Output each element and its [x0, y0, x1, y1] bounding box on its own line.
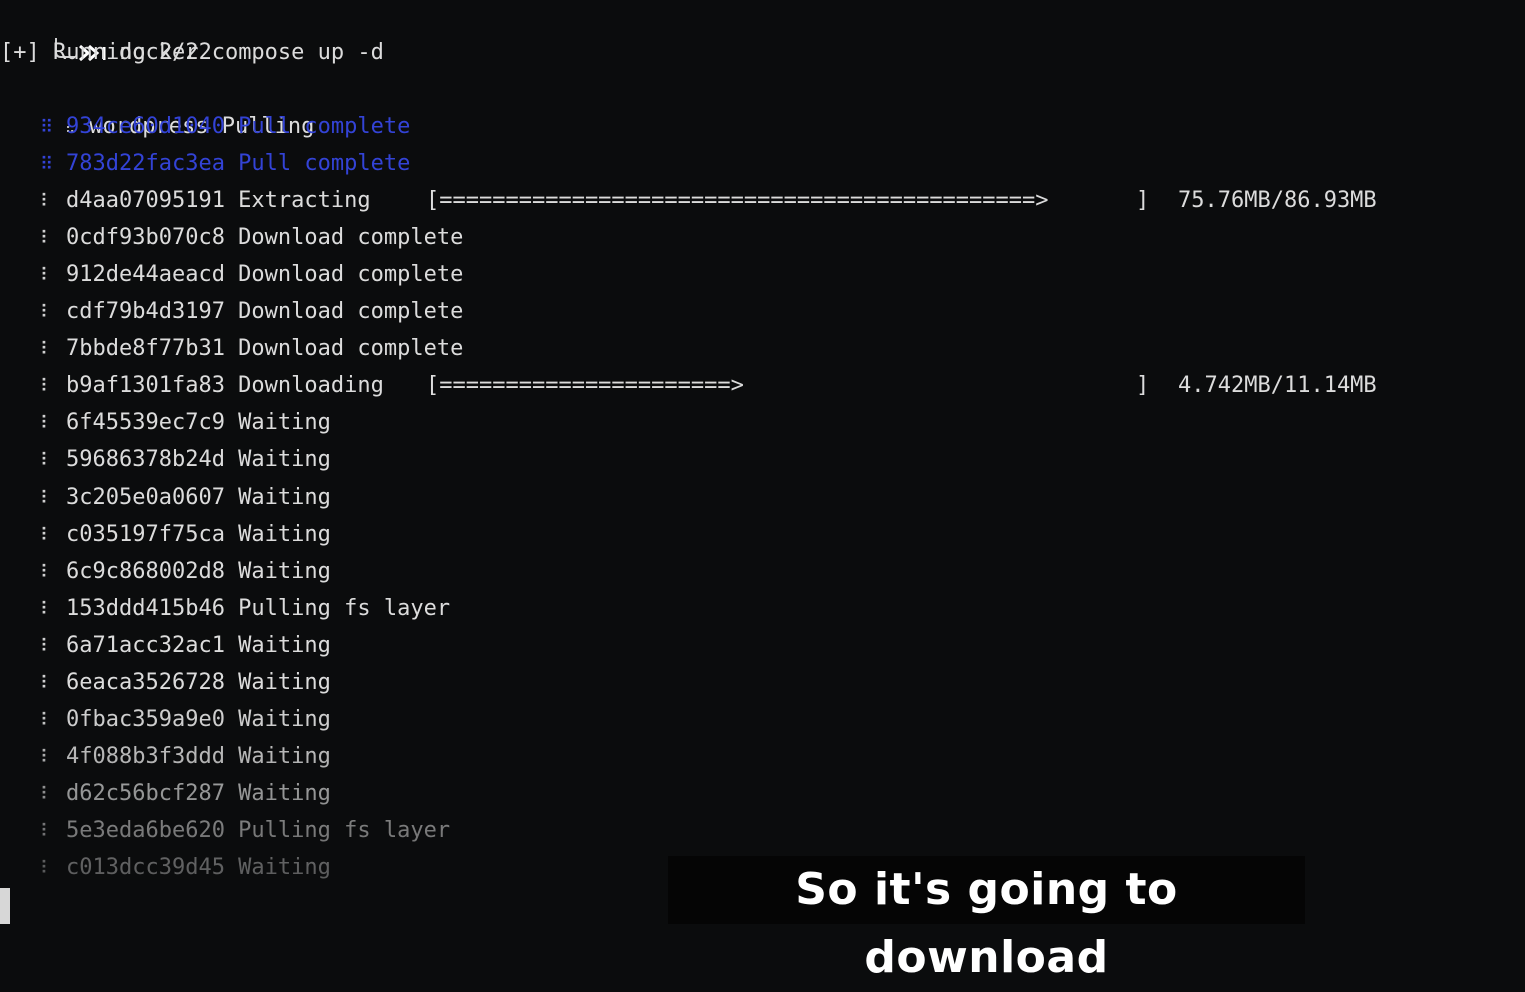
layer-row: ⠇ 5e3eda6be620 Pulling fs layer	[40, 812, 450, 849]
layer-row: ⠿ 783d22fac3ea Pull complete	[40, 145, 410, 182]
layer-status-text: 6c9c868002d8 Waiting	[66, 558, 331, 584]
layer-status-text: 3c205e0a0607 Waiting	[66, 484, 331, 510]
layer-status-text: 5e3eda6be620 Pulling fs layer	[66, 817, 451, 843]
spinner-icon: ⠇	[40, 228, 54, 250]
layer-row: ⠇ 0fbac359a9e0 Waiting	[40, 701, 331, 738]
layer-status-text: 4f088b3f3ddd Waiting	[66, 743, 331, 769]
layer-row: ⠇ 7bbde8f77b31 Download complete	[40, 330, 463, 367]
layer-status-text: 7bbde8f77b31 Download complete	[66, 336, 464, 362]
service-status: ⠦ wordpress Pulling	[12, 71, 314, 139]
layer-row: ⠇ 912de44aeacd Download complete	[40, 256, 463, 293]
layer-row: ⠇ d62c56bcf287 Waiting	[40, 775, 331, 812]
spinner-icon: ⠇	[40, 709, 54, 731]
scrollbar-thumb[interactable]	[0, 888, 10, 924]
spinner-icon: ⠇	[40, 339, 54, 361]
layer-status-text: 934ce60d1040 Pull complete	[66, 114, 411, 139]
layer-status-text: 6a71acc32ac1 Waiting	[66, 632, 331, 658]
spinner-icon: ⠇	[40, 413, 54, 435]
layer-status-text: d62c56bcf287 Waiting	[66, 780, 331, 806]
layer-row: ⠇ 0cdf93b070c8 Download complete	[40, 219, 463, 256]
spinner-icon: ⠇	[40, 672, 54, 694]
spinner-icon: ⠇	[40, 376, 54, 398]
layer-row: ⠇ cdf79b4d3197 Download complete	[40, 293, 463, 330]
running-status: [+] Running 2/22	[0, 40, 212, 65]
layer-status-text: 6f45539ec7c9 Waiting	[66, 410, 331, 436]
spinner-icon: ⠇	[40, 191, 54, 213]
layer-row: ⠇ d4aa07095191 Extracting [===============…	[40, 182, 1377, 219]
layer-row: ⠿ 934ce60d1040 Pull complete	[40, 108, 410, 145]
layer-status-text: 6eaca3526728 Waiting	[66, 669, 331, 695]
layer-status-text: 0cdf93b070c8 Download complete	[66, 225, 464, 251]
layer-status-text: cdf79b4d3197 Download complete	[66, 299, 464, 325]
layer-status-text: 0fbac359a9e0 Waiting	[66, 706, 331, 732]
layer-status-text: 783d22fac3ea Pull complete	[66, 151, 411, 177]
spinner-icon: ⠇	[40, 450, 54, 472]
terminal-window: docker compose up -d [+] Running 2/22 ⠦ w…	[0, 0, 1525, 983]
progress-bar-end: ]	[1136, 373, 1150, 399]
layer-status-text: 59686378b24d Waiting	[66, 447, 331, 473]
spinner-icon: ⠇	[40, 302, 54, 324]
video-caption: So it's going to download	[668, 856, 1305, 983]
spinner-icon: ⠇	[40, 524, 54, 546]
progress-bar: [======================>	[426, 373, 744, 399]
layer-status-text: b9af1301fa83 Downloading	[66, 373, 384, 399]
command-line: docker compose up -d	[0, 0, 384, 65]
spinner-icon: ⠇	[40, 746, 54, 768]
progress-bar-end: ]	[1136, 188, 1150, 214]
layer-row: ⠇ 3c205e0a0607 Waiting	[40, 479, 331, 516]
spinner-icon: ⠇	[40, 487, 54, 509]
download-size: 4.742MB/11.14MB	[1178, 373, 1377, 399]
layer-row: ⠇ 6a71acc32ac1 Waiting	[40, 627, 331, 664]
layer-status-text: 153ddd415b46 Pulling fs layer	[66, 595, 451, 621]
layer-row: ⠇ c035197f75ca Waiting	[40, 516, 331, 553]
download-size: 75.76MB/86.93MB	[1178, 188, 1377, 214]
spinner-icon: ⠇	[40, 598, 54, 620]
spinner-icon: ⠇	[40, 635, 54, 657]
spinner-icon: ⠇	[40, 820, 54, 842]
layer-row: ⠇ 6f45539ec7c9 Waiting	[40, 404, 331, 441]
layer-status-text: d4aa07095191 Extracting	[66, 188, 371, 214]
layer-row: ⠇ 59686378b24d Waiting	[40, 441, 331, 478]
spinner-icon: ⠇	[40, 561, 54, 583]
spinner-icon: ⠇	[40, 858, 54, 879]
spinner-icon: ⠇	[40, 265, 54, 287]
layer-row: ⠇ b9af1301fa83 Downloading [==============…	[40, 367, 1377, 404]
layer-status-text: c035197f75ca Waiting	[66, 521, 331, 547]
spinner-icon: ⠿	[40, 154, 54, 176]
spinner-icon: ⠇	[40, 783, 54, 805]
layer-row: ⠇ 153ddd415b46 Pulling fs layer	[40, 590, 450, 627]
progress-bar: [=======================================…	[426, 188, 1049, 214]
spinner-icon: ⠿	[40, 117, 54, 138]
layer-status-text: c013dcc39d45 Waiting	[66, 855, 331, 880]
layer-row: ⠇ 4f088b3f3ddd Waiting	[40, 738, 331, 775]
layer-row: ⠇ 6eaca3526728 Waiting	[40, 664, 331, 701]
layer-status-text: 912de44aeacd Download complete	[66, 262, 464, 288]
layer-row: ⠇ c013dcc39d45 Waiting	[40, 849, 331, 886]
layer-row: ⠇ 6c9c868002d8 Waiting	[40, 553, 331, 590]
